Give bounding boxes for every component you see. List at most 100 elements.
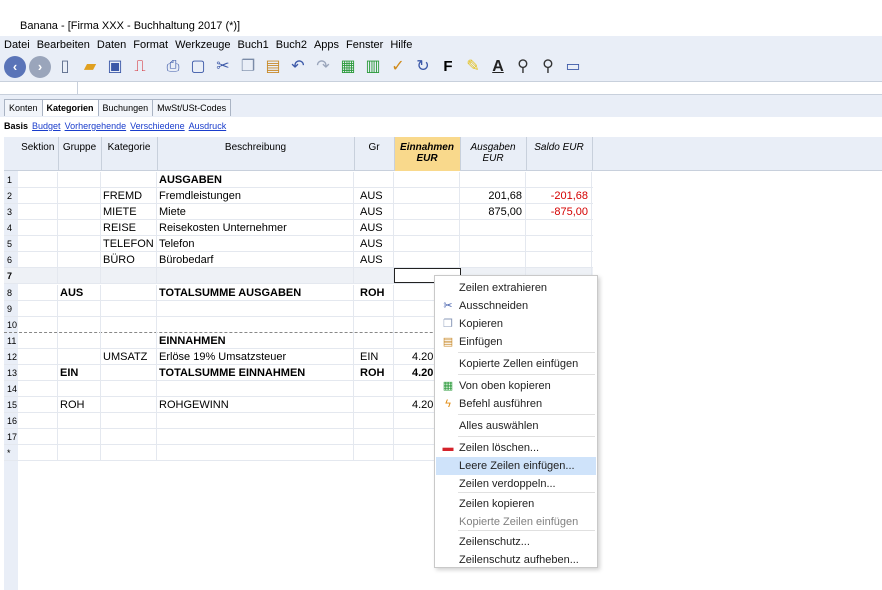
cell-beschreibung[interactable] — [157, 445, 354, 461]
cell-kategorie[interactable]: BÜRO — [101, 252, 157, 268]
cell-gruppe[interactable] — [58, 252, 101, 268]
context-menu-item[interactable]: ❐ Kopieren — [436, 315, 596, 333]
cell-gruppe[interactable] — [58, 429, 101, 445]
cell-gr[interactable] — [354, 172, 394, 188]
cell-sektion[interactable] — [18, 236, 58, 252]
cell-gr[interactable]: AUS — [354, 188, 394, 204]
menu-datei[interactable]: Datei — [4, 39, 30, 51]
copy-icon[interactable]: ❐ — [237, 56, 259, 78]
cell-sektion[interactable] — [18, 333, 58, 349]
open-folder-icon[interactable]: ▰ — [79, 56, 101, 78]
cell-saldo[interactable] — [526, 220, 592, 236]
table-row[interactable]: 2 FREMD Fremdleistungen AUS 201,68 -201,68 — [4, 188, 593, 204]
bold-icon[interactable]: F — [437, 56, 459, 78]
cell-ausgaben[interactable] — [460, 252, 526, 268]
context-menu-item[interactable]: Kopierte Zellen einfügen — [436, 355, 596, 373]
cell-gr[interactable] — [354, 268, 394, 284]
cell-sektion[interactable] — [18, 268, 58, 284]
cell-beschreibung[interactable]: EINNAHMEN — [157, 333, 354, 349]
cell-gruppe[interactable] — [58, 172, 101, 188]
cell-gruppe[interactable] — [58, 381, 101, 397]
forward-icon[interactable]: › — [29, 56, 51, 78]
cell-einnahmen[interactable] — [394, 188, 460, 204]
context-menu-item[interactable]: ϟ Befehl ausführen — [436, 395, 596, 413]
tab-buchungen[interactable]: Buchungen — [97, 99, 154, 116]
cell-kategorie[interactable] — [101, 268, 157, 284]
cell-gruppe[interactable] — [58, 413, 101, 429]
cell-einnahmen[interactable] — [394, 236, 460, 252]
row-number[interactable]: 2 — [4, 188, 18, 204]
print-icon[interactable]: ⎙ — [162, 56, 184, 78]
font-color-icon[interactable]: A — [487, 56, 509, 78]
table-row[interactable]: 1 AUSGABEN — [4, 172, 593, 188]
table-row[interactable]: 3 MIETE Miete AUS 875,00 -875,00 — [4, 204, 593, 220]
table-row[interactable]: 5 TELEFON Telefon AUS — [4, 236, 593, 252]
delete-row-icon[interactable]: ▥ — [362, 56, 384, 78]
cell-sektion[interactable] — [18, 252, 58, 268]
context-menu-item[interactable]: Alles auswählen — [436, 417, 596, 435]
cell-gruppe[interactable] — [58, 236, 101, 252]
cell-saldo[interactable]: -875,00 — [526, 204, 592, 220]
view-vorhergehende[interactable]: Vorhergehende — [65, 121, 127, 133]
cell-beschreibung[interactable] — [157, 317, 354, 333]
cut-icon[interactable]: ✂ — [212, 56, 234, 78]
cell-gr[interactable]: ROH — [354, 365, 394, 381]
cell-kategorie[interactable]: REISE — [101, 220, 157, 236]
cell-gr[interactable] — [354, 333, 394, 349]
col-kategorie[interactable]: Kategorie — [101, 137, 158, 171]
col-saldo[interactable]: Saldo EUR — [526, 137, 593, 171]
window-icon[interactable]: ▭ — [562, 56, 584, 78]
cell-gruppe[interactable] — [58, 204, 101, 220]
cell-sektion[interactable] — [18, 301, 58, 317]
cell-input-bar[interactable] — [0, 81, 882, 95]
view-budget[interactable]: Budget — [32, 121, 61, 133]
cell-kategorie[interactable] — [101, 429, 157, 445]
cell-beschreibung[interactable] — [157, 268, 354, 284]
undo-icon[interactable]: ↶ — [287, 56, 309, 78]
menu-werkzeuge[interactable]: Werkzeuge — [175, 39, 230, 51]
context-menu-item[interactable]: ▦ Von oben kopieren — [436, 377, 596, 395]
cell-beschreibung[interactable] — [157, 413, 354, 429]
context-menu-item[interactable]: Zeilen kopieren — [436, 495, 596, 513]
row-number[interactable]: 13 — [4, 365, 18, 381]
context-menu-item[interactable]: ✂ Ausschneiden — [436, 297, 596, 315]
cell-beschreibung[interactable]: TOTALSUMME AUSGABEN — [157, 285, 354, 301]
row-number[interactable]: 5 — [4, 236, 18, 252]
cell-gruppe[interactable] — [58, 445, 101, 461]
cell-beschreibung[interactable]: Bürobedarf — [157, 252, 354, 268]
cell-kategorie[interactable] — [101, 413, 157, 429]
row-number[interactable]: 15 — [4, 397, 18, 413]
cell-gruppe[interactable] — [58, 301, 101, 317]
cell-sektion[interactable] — [18, 381, 58, 397]
menu-hilfe[interactable]: Hilfe — [390, 39, 412, 51]
cell-ausgaben[interactable] — [460, 172, 526, 188]
tab-kategorien[interactable]: Kategorien — [41, 99, 99, 116]
cell-gruppe[interactable] — [58, 333, 101, 349]
col-gruppe[interactable]: Gruppe — [58, 137, 102, 171]
cell-gr[interactable] — [354, 445, 394, 461]
menu-format[interactable]: Format — [133, 39, 168, 51]
col-gr[interactable]: Gr — [354, 137, 395, 171]
cell-sektion[interactable] — [18, 172, 58, 188]
menu-daten[interactable]: Daten — [97, 39, 126, 51]
cell-gr[interactable]: AUS — [354, 204, 394, 220]
tab-konten[interactable]: Konten — [4, 99, 43, 116]
cell-kategorie[interactable] — [101, 397, 157, 413]
menu-apps[interactable]: Apps — [314, 39, 339, 51]
table-row[interactable]: 6 BÜRO Bürobedarf AUS — [4, 252, 593, 268]
cell-beschreibung[interactable]: Reisekosten Unternehmer — [157, 220, 354, 236]
cell-saldo[interactable] — [526, 236, 592, 252]
col-sektion[interactable]: Sektion — [18, 137, 59, 171]
cell-gr[interactable]: AUS — [354, 236, 394, 252]
menu-buch1[interactable]: Buch1 — [238, 39, 269, 51]
cell-ausgaben[interactable]: 875,00 — [460, 204, 526, 220]
cell-beschreibung[interactable] — [157, 381, 354, 397]
cell-kategorie[interactable] — [101, 301, 157, 317]
cell-gruppe[interactable]: AUS — [58, 285, 101, 301]
row-number[interactable]: 14 — [4, 381, 18, 397]
cell-beschreibung[interactable]: Erlöse 19% Umsatzsteuer — [157, 349, 354, 365]
row-number[interactable]: 4 — [4, 220, 18, 236]
cell-sektion[interactable] — [18, 365, 58, 381]
context-menu-item[interactable]: Leere Zeilen einfügen... — [436, 457, 596, 475]
new-file-icon[interactable]: ▯ — [54, 56, 76, 78]
